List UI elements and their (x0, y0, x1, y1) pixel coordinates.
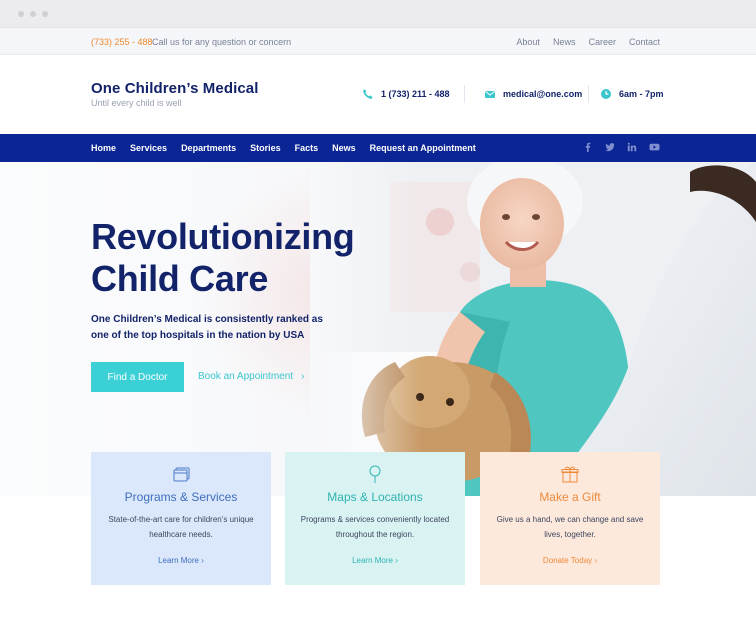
brand-name: One Children’s Medical (91, 80, 259, 97)
nav-item-departments[interactable]: Departments (181, 143, 236, 153)
header-phone[interactable]: 1 (733) 211 - 488 (362, 88, 450, 100)
header-hours-text: 6am - 7pm (619, 89, 664, 99)
card-link-label: Donate Today (542, 556, 593, 565)
topbar-phone[interactable]: (733) 255 - 488 (91, 37, 153, 47)
topbar-link-career[interactable]: Career (588, 37, 616, 47)
main-nav: Home Services Departments Stories Facts … (0, 134, 756, 162)
card-make-a-gift[interactable]: Make a Gift Give us a hand, we can chang… (480, 452, 660, 585)
clock-icon (601, 89, 611, 99)
find-a-doctor-label: Find a Doctor (107, 371, 168, 383)
card-description: State-of-the-art care for children’s uni… (108, 515, 254, 539)
hero-title-line2: Child Care (91, 258, 269, 299)
twitter-icon[interactable] (605, 142, 615, 152)
nav-item-home[interactable]: Home (91, 143, 116, 153)
topbar-link-about[interactable]: About (516, 37, 540, 47)
browser-window-bar (0, 0, 756, 28)
card-link-label: Learn More (158, 556, 199, 565)
header-email-text: medical@one.com (503, 89, 583, 99)
find-a-doctor-button[interactable]: Find a Doctor (91, 362, 184, 392)
map-pin-icon (369, 465, 381, 483)
window-maximize-dot[interactable] (42, 11, 48, 17)
chevron-right-icon: › (594, 556, 598, 565)
card-title: Make a Gift (539, 490, 601, 504)
nav-item-news[interactable]: News (332, 143, 356, 153)
window-minimize-dot[interactable] (30, 11, 36, 17)
facebook-icon[interactable] (583, 142, 593, 152)
site-header: One Children’s Medical Until every child… (0, 55, 756, 134)
brand-logo[interactable]: One Children’s Medical Until every child… (91, 80, 259, 108)
card-title: Programs & Services (124, 490, 238, 504)
envelope-icon (485, 91, 495, 98)
topbar-note: Call us for any question or concern (152, 37, 292, 47)
card-link[interactable]: Learn More › (285, 556, 465, 565)
hero-title-line1: Revolutionizing (91, 216, 355, 257)
top-info-bar: (733) 255 - 488 Call us for any question… (0, 28, 756, 55)
social-links (583, 142, 660, 152)
hero-photo-child-with-doctor (310, 162, 756, 496)
chevron-right-icon: › (395, 556, 398, 565)
card-link-label: Learn More (352, 556, 393, 565)
nav-item-facts[interactable]: Facts (295, 143, 319, 153)
chevron-right-icon: › (301, 371, 305, 382)
card-description: Programs & services conveniently located… (300, 515, 450, 539)
header-divider (588, 85, 589, 103)
nav-item-stories[interactable]: Stories (250, 143, 281, 153)
topbar-links: About News Career Contact (516, 37, 660, 47)
book-appointment-link[interactable]: Book an Appointment › (198, 371, 304, 382)
book-appointment-label: Book an Appointment (198, 371, 294, 382)
hero-lead: One Children’s Medical is consistently r… (91, 314, 323, 341)
card-link[interactable]: Donate Today › (480, 556, 660, 565)
brand-tagline: Until every child is well (91, 98, 182, 108)
window-close-dot[interactable] (18, 11, 24, 17)
gift-icon (561, 466, 579, 483)
card-description: Give us a hand, we can change and save l… (496, 515, 644, 539)
hero-title: Revolutionizing Child Care (91, 216, 355, 300)
card-title: Maps & Locations (327, 490, 423, 504)
programs-icon (173, 467, 190, 482)
linkedin-icon[interactable] (627, 142, 637, 152)
header-email[interactable]: medical@one.com (484, 88, 582, 100)
youtube-icon[interactable] (649, 142, 660, 152)
nav-item-services[interactable]: Services (130, 143, 167, 153)
header-phone-text: 1 (733) 211 - 488 (381, 89, 450, 99)
header-hours: 6am - 7pm (600, 88, 664, 100)
phone-icon (363, 89, 373, 99)
header-divider (464, 85, 465, 103)
topbar-link-contact[interactable]: Contact (629, 37, 660, 47)
card-link[interactable]: Learn More › (91, 556, 271, 565)
topbar-link-news[interactable]: News (553, 37, 576, 47)
card-programs-services[interactable]: Programs & Services State-of-the-art car… (91, 452, 271, 585)
card-maps-locations[interactable]: Maps & Locations Programs & services con… (285, 452, 465, 585)
nav-item-request-appointment[interactable]: Request an Appointment (370, 143, 476, 153)
chevron-right-icon: › (201, 556, 204, 565)
hero-section: Revolutionizing Child Care One Children’… (0, 162, 756, 496)
